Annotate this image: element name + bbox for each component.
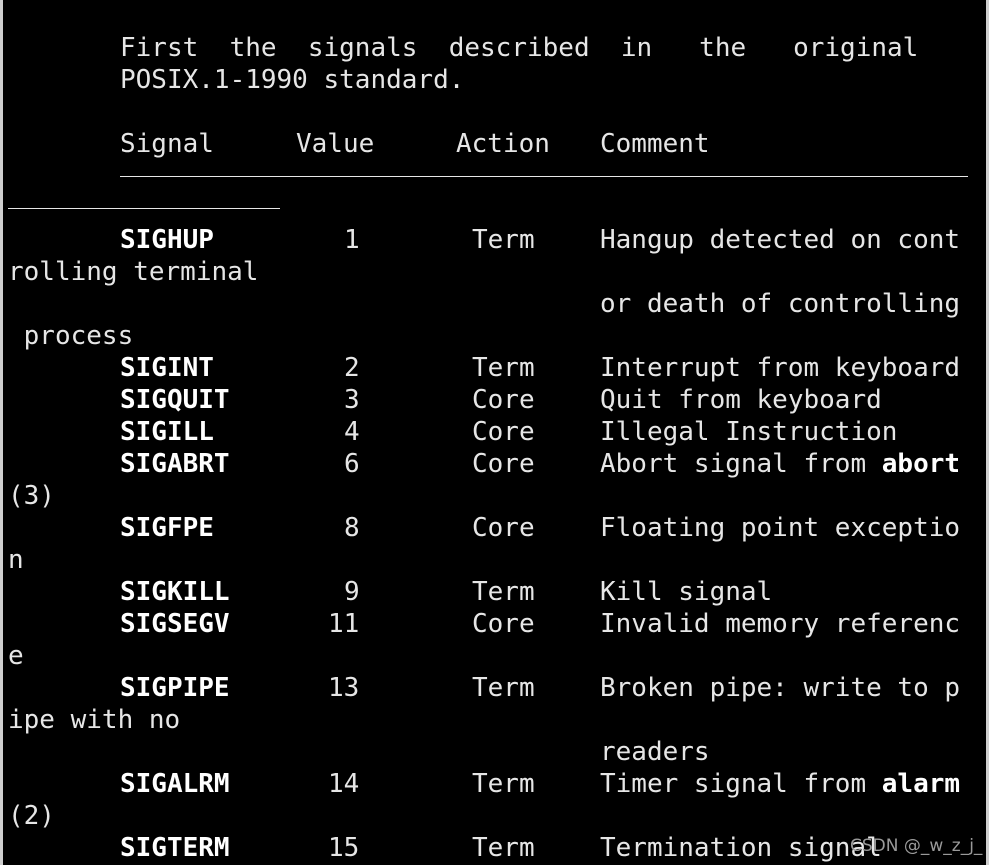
signal-action: Term xyxy=(472,353,535,383)
signal-comment: Invalid memory referenc xyxy=(600,609,961,639)
wrapped-line: ipe with no xyxy=(0,704,989,736)
signal-action: Term xyxy=(472,833,535,863)
signal-comment: Illegal Instruction xyxy=(600,417,898,447)
signal-name: SIGTERM xyxy=(120,833,230,863)
function-reference: alarm xyxy=(881,769,961,799)
header-action: Action xyxy=(456,129,550,159)
signal-value: 2 xyxy=(344,353,360,383)
header-underline xyxy=(120,176,968,177)
signal-action: Core xyxy=(472,449,535,479)
intro-line-2: POSIX.1-1990 standard. xyxy=(0,64,989,96)
wrapped-text: n xyxy=(8,545,24,575)
table-row: SIGILL 4 Core Illegal Instruction xyxy=(0,416,989,448)
signal-value: 1 xyxy=(344,225,360,255)
header-value: Value xyxy=(296,129,375,159)
wrapped-text: (2) xyxy=(8,801,55,831)
header-comment: Comment xyxy=(600,129,710,159)
signal-comment: Kill signal xyxy=(600,577,773,607)
signal-name: SIGILL xyxy=(120,417,214,447)
signal-comment: Floating point exceptio xyxy=(600,513,961,543)
signal-action: Core xyxy=(472,609,535,639)
signal-value: 15 xyxy=(328,833,360,863)
wrapped-text: ipe with no xyxy=(8,705,181,735)
signal-name: SIGKILL xyxy=(120,577,230,607)
signal-comment-text: Timer signal from xyxy=(600,769,882,799)
wrapped-text: process xyxy=(8,321,134,351)
signal-action: Core xyxy=(472,513,535,543)
table-row: SIGHUP 1 Term Hangup detected on cont xyxy=(0,224,989,256)
wrapped-line: (2) xyxy=(0,800,989,832)
header-signal: Signal xyxy=(120,129,214,159)
header-underline-wrap xyxy=(8,208,280,209)
signal-name: SIGFPE xyxy=(120,513,214,543)
table-row: SIGTERM 15 Term Termination signal xyxy=(0,832,989,864)
signal-value: 13 xyxy=(328,673,360,703)
table-row: SIGABRT 6 Core Abort signal from abort xyxy=(0,448,989,480)
signal-name: SIGABRT xyxy=(120,449,230,479)
signal-name: SIGHUP xyxy=(120,225,214,255)
wrapped-line: process xyxy=(0,320,989,352)
signal-comment: Abort signal from abort xyxy=(600,448,960,480)
table-row: SIGKILL 9 Term Kill signal xyxy=(0,576,989,608)
signal-action: Core xyxy=(472,385,535,415)
signal-comment: Timer signal from alarm xyxy=(600,768,960,800)
signal-comment: Quit from keyboard xyxy=(600,385,882,415)
signal-comment: Termination signal xyxy=(600,833,882,863)
table-header: Signal Value Action Comment xyxy=(0,128,989,160)
signal-name: SIGSEGV xyxy=(120,609,230,639)
signal-value: 3 xyxy=(344,385,360,415)
signal-comment: Interrupt from keyboard xyxy=(600,353,961,383)
intro-text-1: First the signals described in the origi… xyxy=(120,33,919,63)
intro-line-1: First the signals described in the origi… xyxy=(0,32,989,64)
signal-value: 4 xyxy=(344,417,360,447)
signal-comment: Broken pipe: write to p xyxy=(600,673,961,703)
wrapped-text: rolling terminal xyxy=(8,257,259,287)
table-row: SIGPIPE 13 Term Broken pipe: write to p xyxy=(0,672,989,704)
signal-value: 9 xyxy=(344,577,360,607)
signal-value: 14 xyxy=(328,769,360,799)
signal-action: Term xyxy=(472,673,535,703)
wrapped-text: (3) xyxy=(8,481,55,511)
wrapped-line: n xyxy=(0,544,989,576)
table-row: SIGQUIT 3 Core Quit from keyboard xyxy=(0,384,989,416)
table-row: SIGSEGV 11 Core Invalid memory referenc xyxy=(0,608,989,640)
signal-action: Core xyxy=(472,417,535,447)
wrapped-text: or death of controlling xyxy=(600,289,961,319)
signal-action: Term xyxy=(472,577,535,607)
wrapped-line: readers xyxy=(0,736,989,768)
signal-name: SIGINT xyxy=(120,353,214,383)
watermark: CSDN @_w_z_j_ xyxy=(850,836,983,856)
signal-value: 6 xyxy=(344,449,360,479)
signal-action: Term xyxy=(472,225,535,255)
table-row: SIGFPE 8 Core Floating point exceptio xyxy=(0,512,989,544)
wrapped-line: rolling terminal xyxy=(0,256,989,288)
signal-comment: Hangup detected on cont xyxy=(600,225,961,255)
intro-text-2: POSIX.1-1990 standard. xyxy=(120,65,465,95)
function-reference: abort xyxy=(881,449,961,479)
signal-value: 11 xyxy=(328,609,360,639)
wrapped-line: or death of controlling xyxy=(0,288,989,320)
wrapped-text: readers xyxy=(600,737,710,767)
wrapped-line: (3) xyxy=(0,480,989,512)
signal-action: Term xyxy=(472,769,535,799)
terminal-window[interactable]: First the signals described in the origi… xyxy=(0,0,989,865)
signal-name: SIGALRM xyxy=(120,769,230,799)
signal-comment-text: Abort signal from xyxy=(600,449,882,479)
table-row: SIGINT 2 Term Interrupt from keyboard xyxy=(0,352,989,384)
signal-name: SIGQUIT xyxy=(120,385,230,415)
wrapped-text: e xyxy=(8,641,24,671)
wrapped-line: e xyxy=(0,640,989,672)
signal-name: SIGPIPE xyxy=(120,673,230,703)
table-row: SIGALRM 14 Term Timer signal from alarm xyxy=(0,768,989,800)
signal-value: 8 xyxy=(344,513,360,543)
